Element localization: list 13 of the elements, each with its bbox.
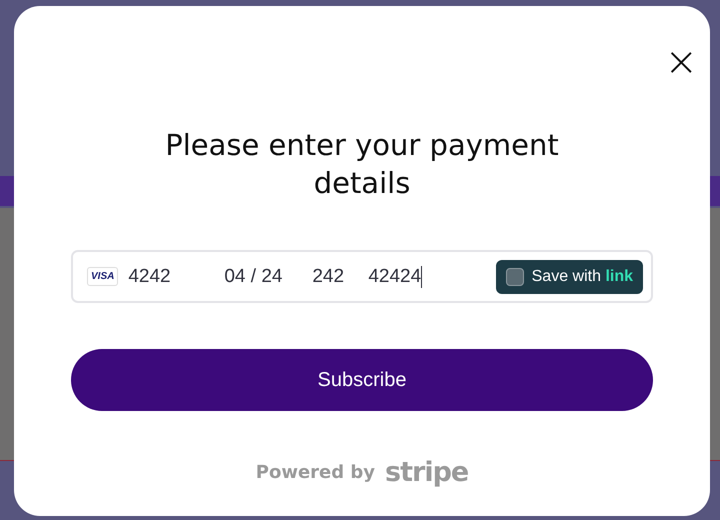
- stripe-logo: stripe: [385, 457, 468, 488]
- card-number: 4242: [128, 266, 172, 288]
- dialog-title: Please enter your payment details: [164, 127, 560, 202]
- card-input-field[interactable]: VISA 4242 04 / 24 242 42424 Save with link: [71, 250, 653, 303]
- close-button[interactable]: ×: [664, 44, 698, 80]
- card-expiry: 04 / 24: [224, 266, 284, 288]
- card-cvc: 242: [312, 266, 346, 288]
- save-with-link-button[interactable]: Save with link: [496, 260, 643, 294]
- subscribe-button[interactable]: Subscribe: [71, 349, 653, 411]
- checkbox[interactable]: [506, 268, 524, 286]
- postal-code: 42424: [368, 266, 422, 288]
- powered-by-text: Powered by: [256, 462, 376, 483]
- card-brand-icon: VISA: [87, 267, 118, 286]
